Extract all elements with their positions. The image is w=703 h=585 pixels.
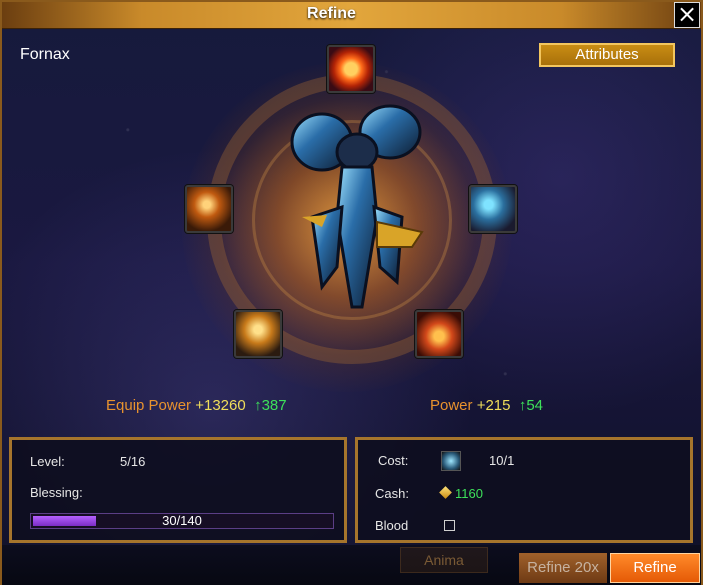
level-label: Level: <box>30 454 65 469</box>
equip-power-gain: ↑387 <box>254 397 287 414</box>
attributes-button[interactable]: Attributes <box>539 43 675 67</box>
equip-power-label: Equip Power <box>106 397 192 414</box>
diamond-icon <box>439 486 452 499</box>
blessing-progress-text: 30/140 <box>162 513 202 528</box>
blessing-label: Blessing: <box>30 485 83 500</box>
frost-warrior-icon[interactable] <box>469 185 517 233</box>
burst-icon[interactable] <box>185 185 233 233</box>
power-stat: Power +215 ↑54 <box>430 397 543 414</box>
title-bar: Refine × <box>2 2 701 29</box>
blood-checkbox[interactable] <box>444 520 455 531</box>
window-title: Refine <box>307 5 356 22</box>
level-value: 5/16 <box>120 454 146 469</box>
golden-knight-icon[interactable] <box>234 310 282 358</box>
close-button[interactable]: × <box>674 2 700 28</box>
blood-label: Blood <box>375 518 409 533</box>
level-panel: Level: 5/16 Blessing: 30/140 <box>9 437 347 543</box>
power-gain: ↑54 <box>518 397 544 414</box>
refine-window: Refine × Fornax Attributes Equip Power +… <box>0 0 703 585</box>
power-value: +215 <box>476 397 511 414</box>
item-name: Fornax <box>20 46 70 63</box>
equip-power-stat: Equip Power +13260 ↑387 <box>106 397 287 414</box>
cost-label: Cost: <box>378 453 409 468</box>
cash-value: 1160 <box>455 486 483 501</box>
blessing-progress-bar: 30/140 <box>30 513 334 529</box>
cost-panel: Cost: 10/1 Cash: 1160 Blood <box>355 437 693 543</box>
refine-20x-button[interactable]: Refine 20x <box>519 553 607 583</box>
equip-power-value: +13260 <box>195 397 246 414</box>
fornax-armor-image <box>290 104 424 309</box>
fire-orb-icon[interactable] <box>327 45 375 93</box>
anima-button[interactable]: Anima <box>400 547 488 573</box>
flame-icon[interactable] <box>415 310 463 358</box>
power-label: Power <box>430 397 473 414</box>
refine-stone-icon <box>441 451 461 471</box>
refine-button[interactable]: Refine <box>610 553 700 583</box>
cash-label: Cash: <box>375 486 409 501</box>
cost-value: 10/1 <box>489 453 515 468</box>
